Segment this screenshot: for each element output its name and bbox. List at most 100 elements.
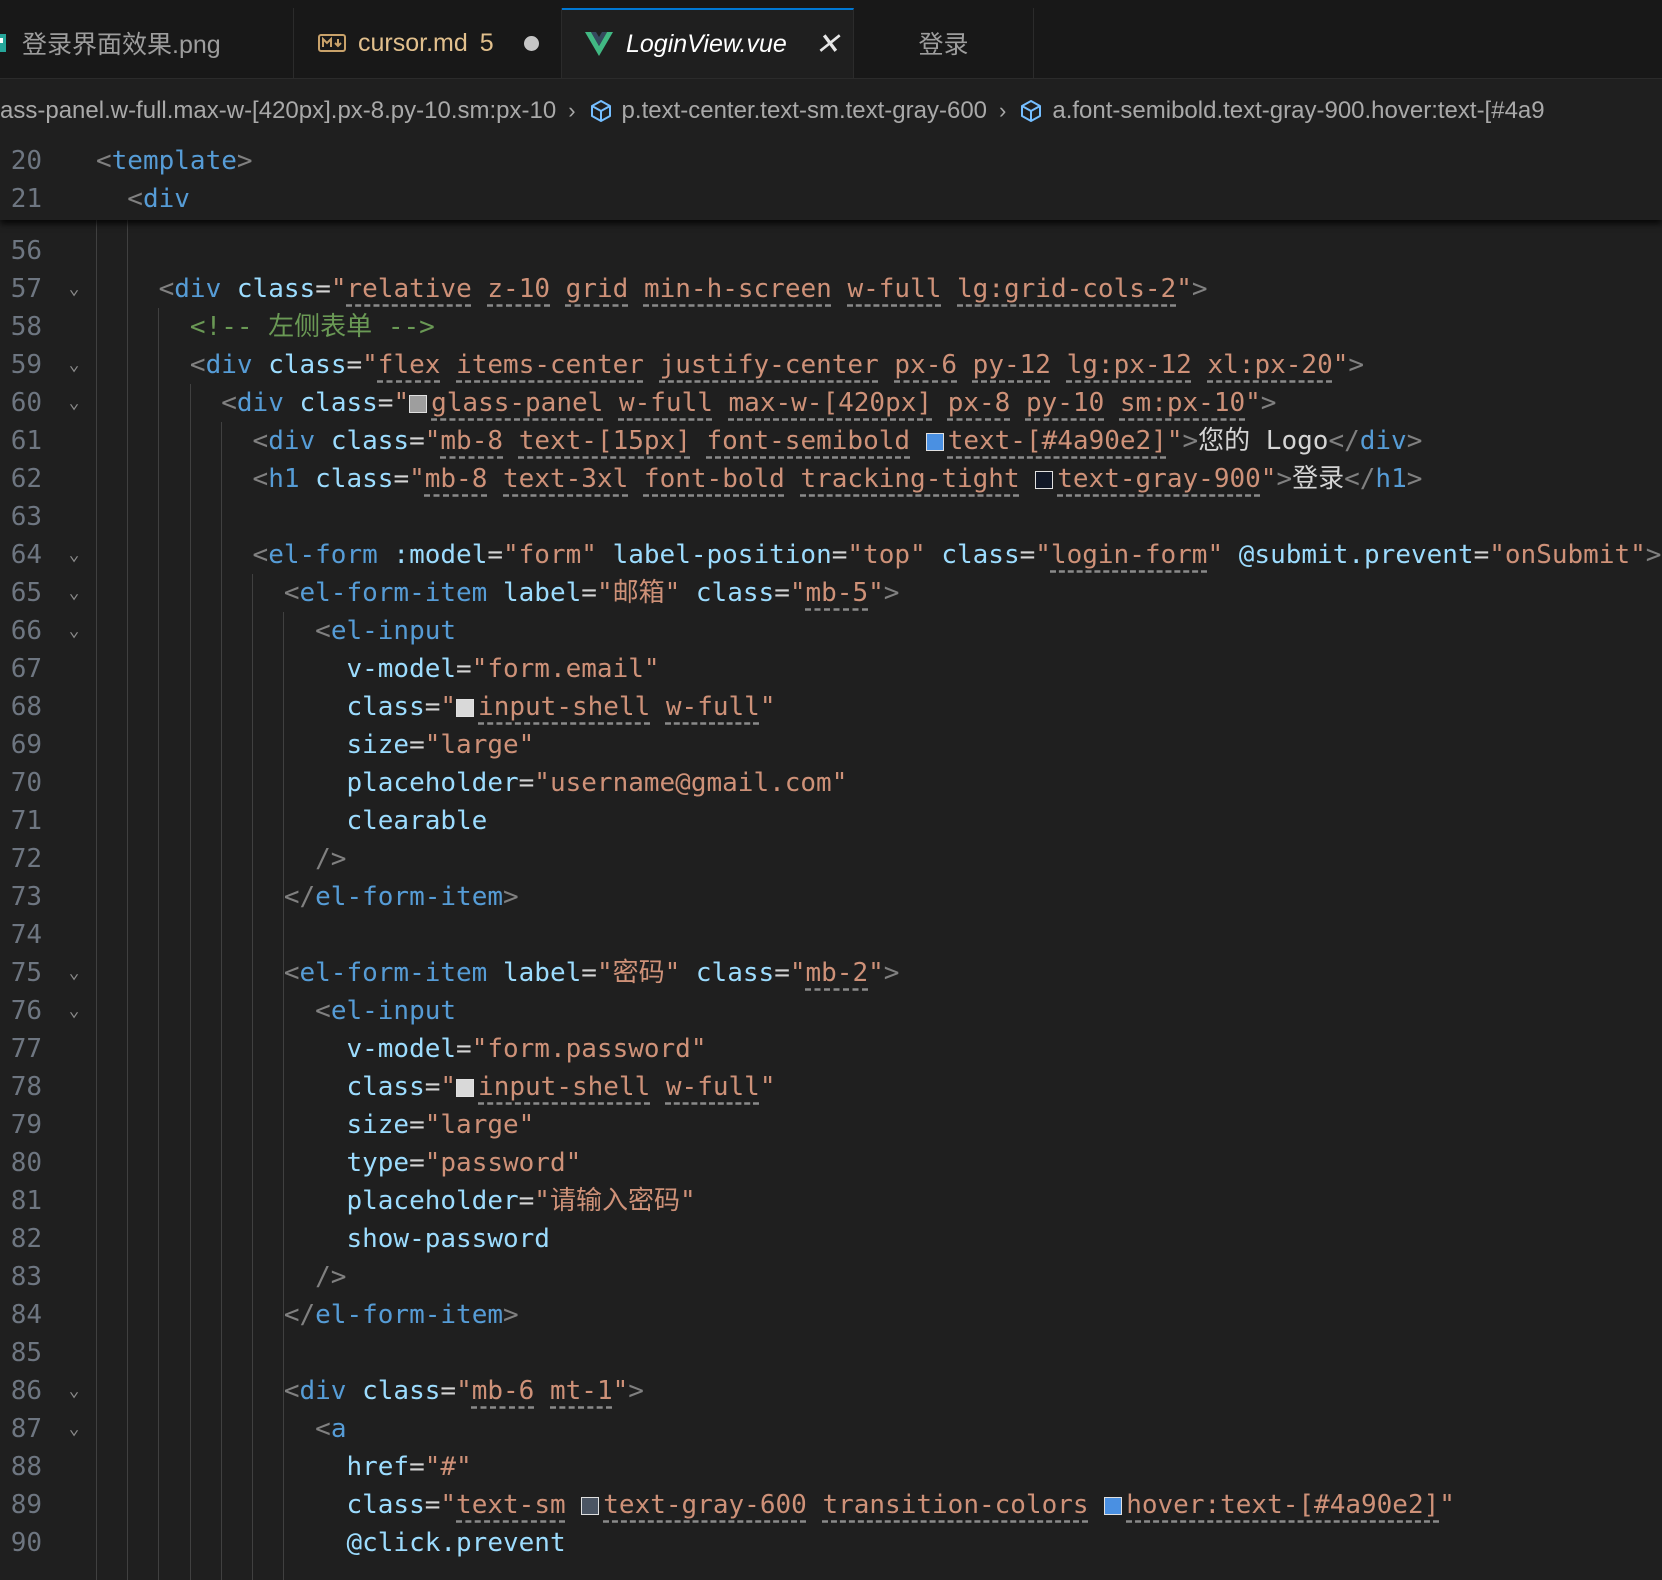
code-line[interactable]: 88 href="#": [0, 1448, 1662, 1486]
code-line[interactable]: 90 @click.prevent: [0, 1524, 1662, 1562]
code-token: size: [346, 1110, 410, 1140]
code-token: mb-8: [440, 426, 504, 456]
code-token: =: [424, 1490, 441, 1520]
line-number: 71: [10, 806, 42, 836]
code-token: =: [409, 1452, 425, 1482]
code-token: <: [96, 426, 269, 456]
code-line[interactable]: 85: [0, 1334, 1662, 1372]
color-swatch-icon[interactable]: [1035, 471, 1054, 489]
code-line[interactable]: 86 ⌄ <div class="mb-6 mt-1">: [0, 1372, 1662, 1410]
fold-chevron-icon[interactable]: ⌄: [64, 612, 84, 650]
code-token: ": [440, 1490, 457, 1520]
close-icon[interactable]: ✕: [815, 27, 840, 62]
code-line[interactable]: 69 size="large": [0, 726, 1662, 764]
code-token: w-full: [665, 1072, 760, 1102]
fold-chevron-icon[interactable]: ⌄: [64, 384, 84, 422]
code-line[interactable]: 63: [0, 498, 1662, 536]
code-line[interactable]: 78 class=" input-shell w-full": [0, 1068, 1662, 1106]
code-text: <div class="flex items-center justify-ce…: [96, 346, 1364, 384]
breadcrumb-item[interactable]: p.text-center.text-sm.text-gray-600: [588, 97, 987, 125]
code-token: </: [96, 1300, 316, 1330]
fold-chevron-icon[interactable]: ⌄: [64, 1372, 84, 1410]
tab-loginview-vue[interactable]: LoginView.vue ✕: [562, 8, 854, 78]
code-token: >: [1191, 274, 1208, 304]
code-token: =: [377, 388, 394, 418]
code-line[interactable]: 74: [0, 916, 1662, 954]
line-number: 21: [10, 184, 42, 214]
breadcrumb-label: p.text-center.text-sm.text-gray-600: [621, 97, 988, 124]
code-token: =: [774, 578, 790, 608]
code-text: size="large": [96, 1106, 534, 1144]
code-editor[interactable]: 20 <template> 21 <div 56 57 ⌄ <div class="re…: [0, 140, 1662, 1580]
code-line[interactable]: 77 v-model="form.password": [0, 1030, 1662, 1068]
code-line[interactable]: 82 show-password: [0, 1220, 1662, 1258]
color-swatch-icon[interactable]: [581, 1497, 600, 1515]
fold-chevron-icon[interactable]: ⌄: [64, 536, 84, 574]
code-line[interactable]: 79 size="large": [0, 1106, 1662, 1144]
code-line[interactable]: 57 ⌄ <div class="relative z-10 grid min-h…: [0, 270, 1662, 308]
fold-chevron-icon[interactable]: ⌄: [64, 270, 84, 308]
code-token: >: [883, 958, 900, 988]
sticky-scroll-header[interactable]: 20 <template> 21 <div: [0, 140, 1662, 220]
fold-chevron-icon[interactable]: ⌄: [64, 574, 84, 612]
fold-chevron-icon[interactable]: ⌄: [64, 1410, 84, 1448]
code-token: mt-1: [550, 1376, 613, 1406]
code-line[interactable]: 59 ⌄ <div class="flex items-center justif…: [0, 346, 1662, 384]
code-line[interactable]: 73 </el-form-item>: [0, 878, 1662, 916]
code-line[interactable]: 56: [0, 232, 1662, 270]
code-line[interactable]: 67 v-model="form.email": [0, 650, 1662, 688]
code-token: =: [1473, 540, 1490, 570]
code-line[interactable]: 21 <div: [0, 180, 1662, 218]
fold-chevron-icon[interactable]: ⌄: [64, 992, 84, 1030]
fold-chevron-icon[interactable]: ⌄: [64, 954, 84, 992]
code-line[interactable]: 72 />: [0, 840, 1662, 878]
code-line[interactable]: 65 ⌄ <el-form-item label="邮箱" class="mb-5…: [0, 574, 1662, 612]
code-token: mb-5: [805, 578, 869, 608]
code-line[interactable]: 66 ⌄ <el-input: [0, 612, 1662, 650]
code-line[interactable]: 84 </el-form-item>: [0, 1296, 1662, 1334]
code-line[interactable]: 62 <h1 class="mb-8 text-3xl font-bold tr…: [0, 460, 1662, 498]
color-swatch-icon[interactable]: [456, 1079, 475, 1097]
code-line[interactable]: 70 placeholder="username@gmail.com": [0, 764, 1662, 802]
code-token: grid: [565, 274, 629, 304]
code-token: "large": [424, 1110, 535, 1140]
code-token: text-gray-900: [1057, 464, 1261, 494]
unsaved-dot-icon[interactable]: [523, 35, 539, 51]
code-line[interactable]: 80 type="password": [0, 1144, 1662, 1182]
code-line[interactable]: 68 class=" input-shell w-full": [0, 688, 1662, 726]
code-line[interactable]: 89 class="text-sm text-gray-600 transiti…: [0, 1486, 1662, 1524]
code-line[interactable]: 81 placeholder="请输入密码": [0, 1182, 1662, 1220]
code-line[interactable]: 20 <template>: [0, 142, 1662, 180]
tab-png-image[interactable]: 登录界面效果.png: [0, 8, 294, 78]
color-swatch-icon[interactable]: [409, 395, 428, 413]
code-line[interactable]: 61 <div class="mb-8 text-[15px] font-sem…: [0, 422, 1662, 460]
code-line[interactable]: 76 ⌄ <el-input: [0, 992, 1662, 1030]
code-line[interactable]: 60 ⌄ <div class=" glass-panel w-full max-w…: [0, 384, 1662, 422]
code-line[interactable]: 87 ⌄ <a: [0, 1410, 1662, 1448]
breadcrumb-item[interactable]: ass-panel.w-full.max-w-[420px].px-8.py-1…: [0, 97, 556, 125]
code-line[interactable]: 75 ⌄ <el-form-item label="密码" class="mb-2…: [0, 954, 1662, 992]
color-swatch-icon[interactable]: [1104, 1497, 1123, 1515]
code-token: <: [96, 350, 206, 380]
code-line[interactable]: 83 />: [0, 1258, 1662, 1296]
tab-login[interactable]: 登录: [854, 8, 1034, 78]
breadcrumb-item[interactable]: a.font-semibold.text-gray-900.hover:text…: [1018, 97, 1545, 125]
tab-cursor-md[interactable]: cursor.md 5: [294, 8, 562, 78]
code-line[interactable]: 64 ⌄ <el-form :model="form" label-positio…: [0, 536, 1662, 574]
fold-chevron-icon[interactable]: ⌄: [64, 346, 84, 384]
color-swatch-icon[interactable]: [925, 433, 944, 451]
code-line[interactable]: 58 <!-- 左侧表单 -->: [0, 308, 1662, 346]
code-token: =: [581, 578, 597, 608]
code-line[interactable]: 71 clearable: [0, 802, 1662, 840]
line-number: 85: [10, 1338, 42, 1368]
color-swatch-icon[interactable]: [456, 699, 475, 717]
